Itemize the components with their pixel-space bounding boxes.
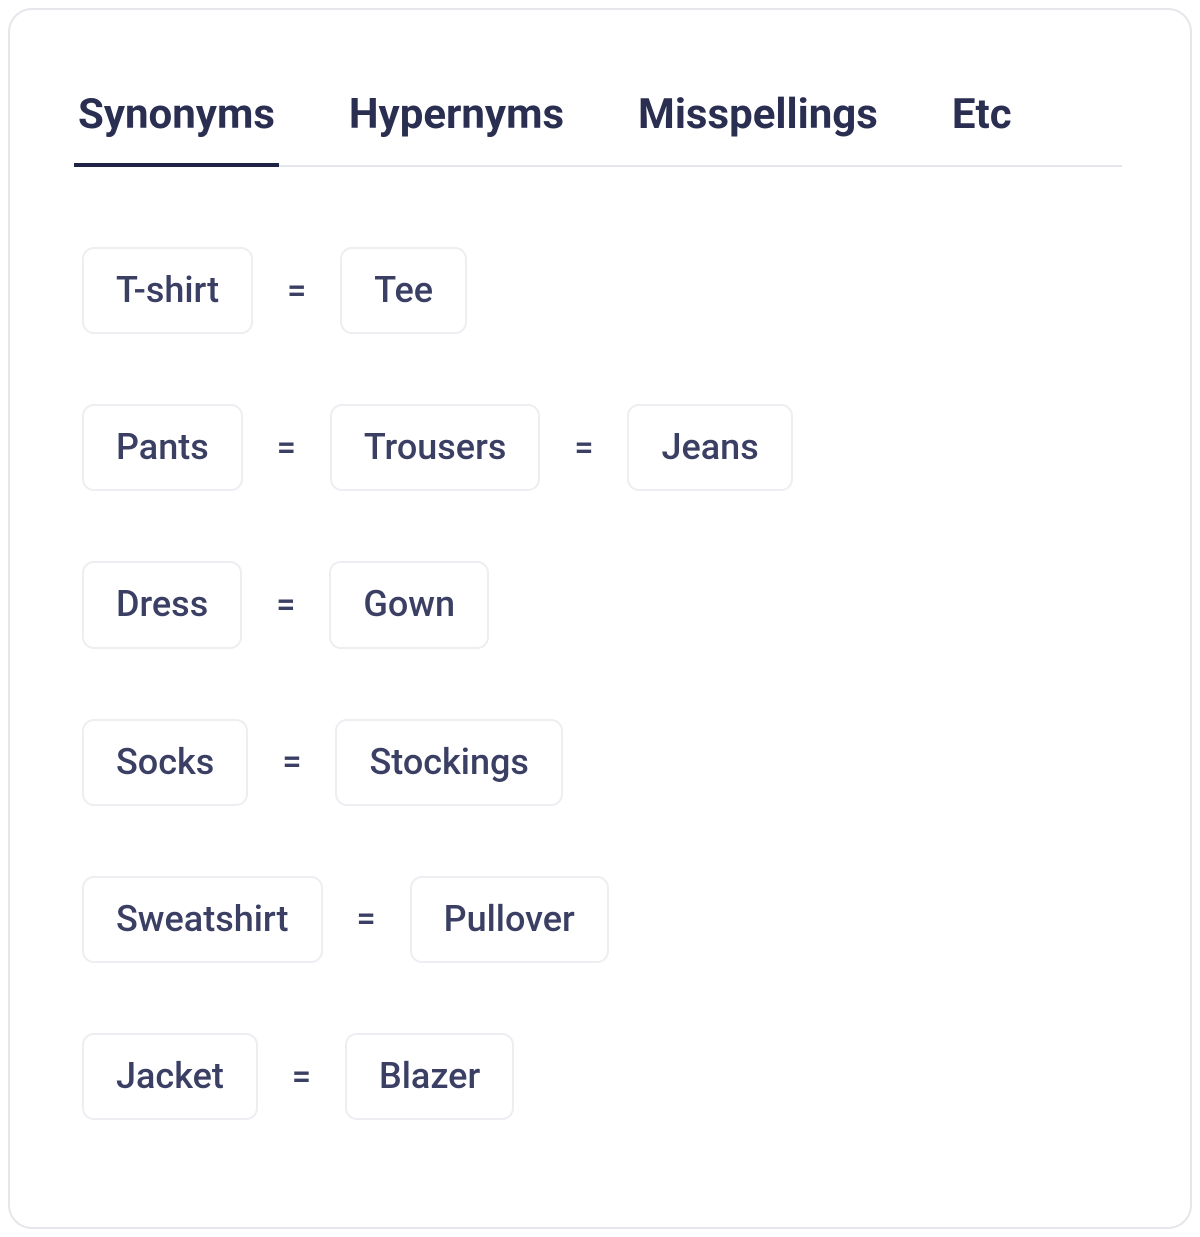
equals-icon: =: [282, 742, 301, 782]
term-box[interactable]: Pants: [82, 404, 243, 491]
tab-synonyms[interactable]: Synonyms: [78, 80, 275, 165]
synonym-row: Pants = Trousers = Jeans: [82, 404, 1122, 491]
equals-icon: =: [277, 428, 296, 468]
synonym-row: Dress = Gown: [82, 561, 1122, 648]
synonym-row: T-shirt = Tee: [82, 247, 1122, 334]
equals-icon: =: [276, 585, 295, 625]
term-box[interactable]: Sweatshirt: [82, 876, 323, 963]
equals-icon: =: [574, 428, 593, 468]
term-box[interactable]: Blazer: [345, 1033, 514, 1120]
term-box[interactable]: Trousers: [330, 404, 540, 491]
synonym-row: Sweatshirt = Pullover: [82, 876, 1122, 963]
term-box[interactable]: Dress: [82, 561, 242, 648]
tab-misspellings[interactable]: Misspellings: [638, 80, 878, 165]
term-box[interactable]: Tee: [340, 247, 467, 334]
term-box[interactable]: Pullover: [410, 876, 609, 963]
equals-icon: =: [292, 1057, 311, 1097]
synonyms-panel: Synonyms Hypernyms Misspellings Etc T-sh…: [8, 8, 1192, 1229]
term-box[interactable]: Jacket: [82, 1033, 258, 1120]
synonym-row: Jacket = Blazer: [82, 1033, 1122, 1120]
term-box[interactable]: Jeans: [627, 404, 792, 491]
equals-icon: =: [287, 271, 306, 311]
tab-hypernyms[interactable]: Hypernyms: [349, 80, 564, 165]
equals-icon: =: [357, 899, 376, 939]
synonym-list: T-shirt = Tee Pants = Trousers = Jeans D…: [78, 247, 1122, 1120]
tab-etc[interactable]: Etc: [952, 80, 1012, 165]
synonym-row: Socks = Stockings: [82, 719, 1122, 806]
term-box[interactable]: T-shirt: [82, 247, 253, 334]
term-box[interactable]: Gown: [329, 561, 489, 648]
term-box[interactable]: Stockings: [335, 719, 563, 806]
tab-bar: Synonyms Hypernyms Misspellings Etc: [78, 80, 1122, 167]
term-box[interactable]: Socks: [82, 719, 248, 806]
